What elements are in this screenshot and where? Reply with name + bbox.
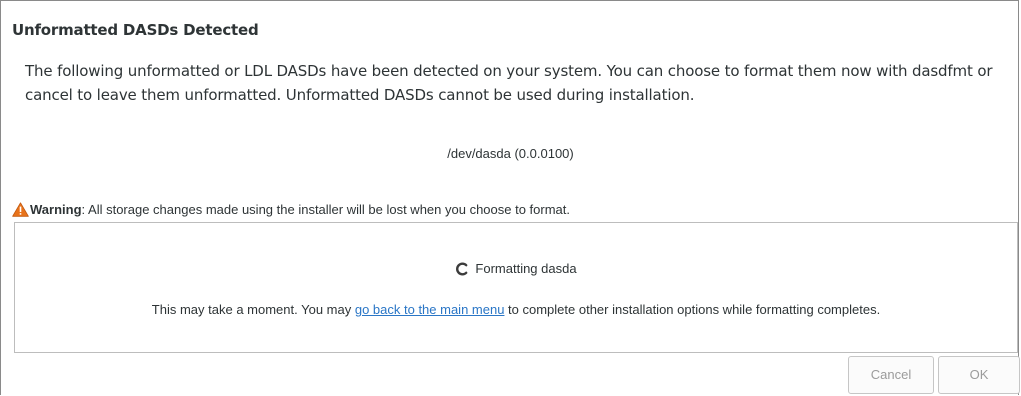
spinner-icon [456,262,468,276]
formatting-note: This may take a moment. You may go back … [15,302,1017,317]
formatting-status-text: Formatting dasda [475,261,577,276]
cancel-button[interactable]: Cancel [848,356,934,394]
dialog-title: Unformatted DASDs Detected [12,21,259,39]
warning-triangle-icon [12,202,29,217]
note-text-after: to complete other installation options w… [504,302,881,317]
device-label: /dev/dasda (0.0.0100) [447,146,574,161]
main-menu-link[interactable]: go back to the main menu [355,302,505,317]
warning-label: Warning [30,202,82,217]
warning-text: : All storage changes made using the ins… [81,202,571,217]
formatting-progress-panel: Formatting dasda This may take a moment.… [14,222,1018,353]
unformatted-dasd-dialog: Unformatted DASDs Detected The following… [0,0,1020,395]
note-text-before: This may take a moment. You may [151,302,355,317]
warning-message: Warning: All storage changes made using … [12,202,570,217]
formatting-status: Formatting dasda [15,261,1017,276]
dialog-description: The following unformatted or LDL DASDs h… [25,62,993,104]
ok-button[interactable]: OK [938,356,1020,394]
